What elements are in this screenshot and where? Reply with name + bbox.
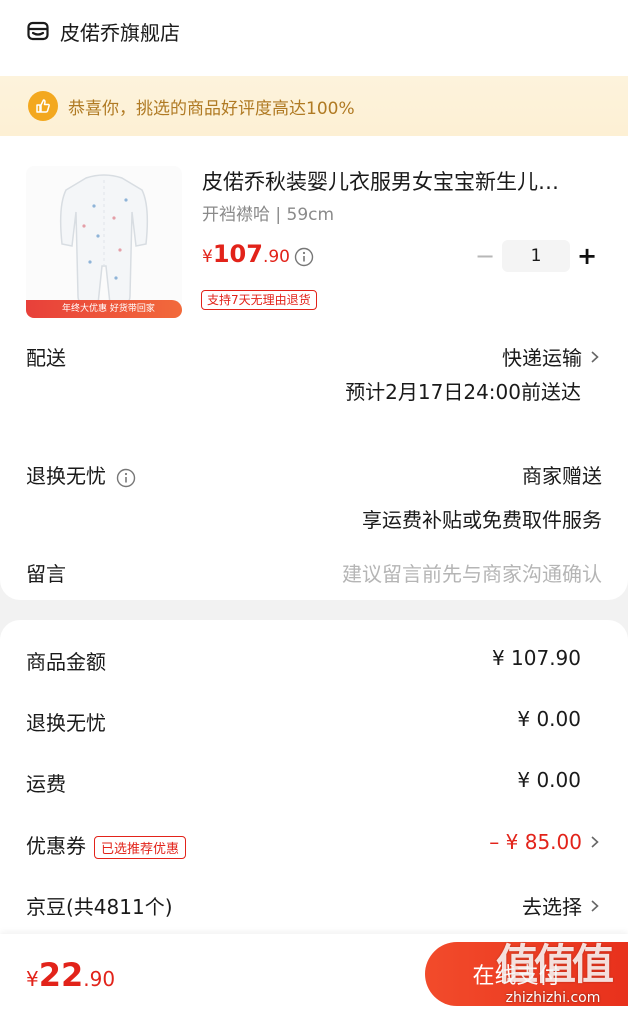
watermark-url: zhizhizhi.com bbox=[505, 990, 601, 1006]
coupon-value-text: – ¥ 85.00 bbox=[489, 830, 582, 854]
total-decimal: .90 bbox=[83, 967, 116, 991]
return-policy-badge: 支持7天无理由退货 bbox=[201, 290, 317, 310]
coupon-label: 优惠券 bbox=[26, 834, 86, 858]
product-promo-banner: 年终大优惠 好货带回家 bbox=[26, 300, 182, 318]
product-spec[interactable]: 开裆襟哈 | 59cm bbox=[202, 200, 334, 225]
message-label: 留言 bbox=[26, 562, 66, 586]
order-card: 皮偌乔旗舰店 恭喜你，挑选的商品好评度高达100% 年终大优惠 好货带回家 皮偌… bbox=[0, 0, 628, 600]
delivery-eta: 预计2月17日24:00前送达 bbox=[345, 380, 581, 404]
watermark: 值值值 zhizhizhi.com bbox=[478, 940, 628, 1024]
delivery-method[interactable]: 快递运输 bbox=[502, 342, 602, 371]
goods-amount-label: 商品金额 bbox=[26, 650, 106, 674]
jd-beans-select-text: 去选择 bbox=[522, 895, 582, 919]
chevron-right-icon bbox=[591, 899, 599, 912]
total-price: ¥ 22 .90 bbox=[26, 956, 115, 994]
baby-romper-image bbox=[59, 174, 149, 305]
chevron-right-icon bbox=[591, 350, 599, 363]
watermark-logo: 值值值 bbox=[495, 940, 614, 989]
delivery-method-text: 快递运输 bbox=[502, 346, 582, 370]
store-icon bbox=[27, 21, 49, 41]
quantity-stepper: − 1 + bbox=[470, 240, 602, 272]
coupon-selected-tag: 已选推荐优惠 bbox=[94, 836, 187, 859]
delivery-label: 配送 bbox=[26, 346, 66, 370]
chevron-right-icon bbox=[591, 836, 599, 848]
info-icon[interactable] bbox=[116, 468, 136, 488]
jd-beans-label: 京豆(共4811个) bbox=[26, 895, 173, 919]
returns-label: 退换无忧 bbox=[26, 464, 106, 488]
price-currency: ¥ bbox=[202, 247, 213, 267]
praise-banner: 恭喜你，挑选的商品好评度高达100% bbox=[0, 76, 628, 136]
returns-description: 享运费补贴或免费取件服务 bbox=[362, 508, 602, 532]
returns-fee-value: ¥ 0.00 bbox=[517, 707, 581, 731]
shop-header[interactable]: 皮偌乔旗舰店 bbox=[26, 14, 180, 48]
product-image[interactable]: 年终大优惠 好货带回家 bbox=[26, 166, 182, 318]
total-currency: ¥ bbox=[26, 967, 39, 991]
total-integer: 22 bbox=[38, 956, 84, 994]
returns-fee-label: 退换无忧 bbox=[26, 711, 106, 735]
message-input[interactable]: 建议留言前先与商家沟通确认 bbox=[342, 558, 602, 587]
quantity-input[interactable]: 1 bbox=[502, 240, 570, 272]
returns-value: 商家赠送 bbox=[522, 464, 602, 488]
increase-button[interactable]: + bbox=[572, 242, 602, 270]
jd-beans-select[interactable]: 去选择 bbox=[522, 891, 602, 920]
coupon-value[interactable]: – ¥ 85.00 bbox=[489, 830, 602, 854]
returns-row-label: 退换无忧 bbox=[26, 460, 136, 489]
goods-amount-value: ¥ 107.90 bbox=[491, 646, 581, 670]
price-integer: 107 bbox=[212, 240, 263, 268]
coupon-row-label: 优惠券 已选推荐优惠 bbox=[26, 830, 187, 859]
product-title[interactable]: 皮偌乔秋装婴儿衣服男女宝宝新生儿… bbox=[202, 166, 602, 196]
product-price: ¥ 107 .90 bbox=[202, 240, 290, 268]
shop-name: 皮偌乔旗舰店 bbox=[60, 20, 180, 45]
price-decimal: .90 bbox=[262, 247, 290, 267]
praise-text: 恭喜你，挑选的商品好评度高达100% bbox=[68, 98, 355, 119]
shipping-label: 运费 bbox=[26, 772, 66, 796]
shipping-value: ¥ 0.00 bbox=[517, 768, 581, 792]
thumbs-up-icon bbox=[28, 91, 58, 121]
decrease-button[interactable]: − bbox=[470, 242, 500, 270]
price-info-icon[interactable] bbox=[294, 247, 314, 267]
